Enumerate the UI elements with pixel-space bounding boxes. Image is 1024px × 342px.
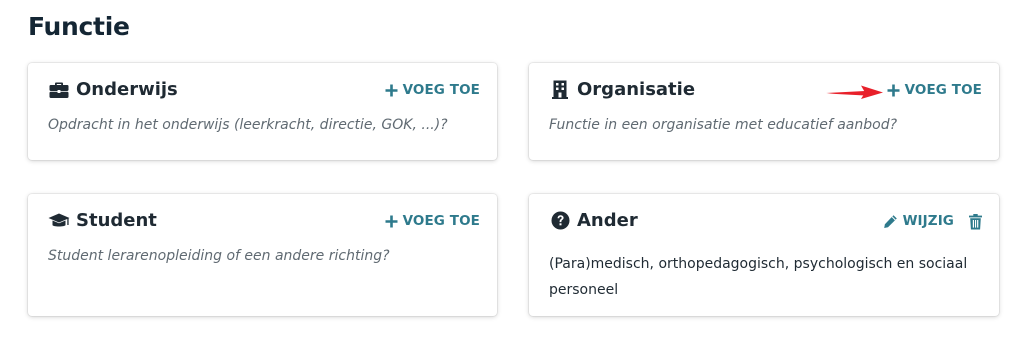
card-title-label: Student xyxy=(76,210,157,231)
edit-button-label: WIJZIG xyxy=(902,213,954,229)
page-title: Functie xyxy=(28,12,130,41)
add-button-label: VOEG TOE xyxy=(904,82,982,98)
plus-icon xyxy=(385,84,398,97)
add-student-button[interactable]: VOEG TOE xyxy=(385,213,480,229)
card-description: Student lerarenopleiding of een andere r… xyxy=(48,248,390,264)
add-onderwijs-button[interactable]: VOEG TOE xyxy=(385,82,480,98)
card-onderwijs: Onderwijs VOEG TOE Opdracht in het onder… xyxy=(28,63,497,160)
edit-ander-button[interactable]: WIJZIG xyxy=(883,213,954,229)
card-title-label: Organisatie xyxy=(577,79,696,100)
question-circle-icon xyxy=(549,211,571,231)
card-title-organisatie: Organisatie xyxy=(549,79,695,100)
building-icon xyxy=(549,80,571,100)
graduation-cap-icon xyxy=(48,211,70,231)
card-title-label: Onderwijs xyxy=(76,79,178,100)
card-student: Student VOEG TOE Student lerarenopleidin… xyxy=(28,194,497,316)
card-organisatie: Organisatie VOEG TOE Functie in een orga… xyxy=(529,63,999,160)
pencil-icon xyxy=(883,214,898,229)
card-ander: Ander WIJZIG (Para)medisch, orthopedagog… xyxy=(529,194,999,316)
red-arrow-icon xyxy=(825,84,885,100)
plus-icon xyxy=(385,215,398,228)
add-button-label: VOEG TOE xyxy=(402,82,480,98)
card-value: (Para)medisch, orthopedagogisch, psychol… xyxy=(549,256,968,298)
trash-icon[interactable] xyxy=(969,214,982,230)
card-title-onderwijs: Onderwijs xyxy=(48,79,178,100)
card-description: Functie in een organisatie met educatief… xyxy=(549,117,898,133)
card-title-student: Student xyxy=(48,210,157,231)
card-title-label: Ander xyxy=(577,210,638,231)
card-title-ander: Ander xyxy=(549,210,638,231)
plus-icon xyxy=(887,84,900,97)
add-button-label: VOEG TOE xyxy=(402,213,480,229)
add-organisatie-button[interactable]: VOEG TOE xyxy=(887,82,982,98)
briefcase-icon xyxy=(48,80,70,100)
card-description: Opdracht in het onderwijs (leerkracht, d… xyxy=(48,117,448,133)
